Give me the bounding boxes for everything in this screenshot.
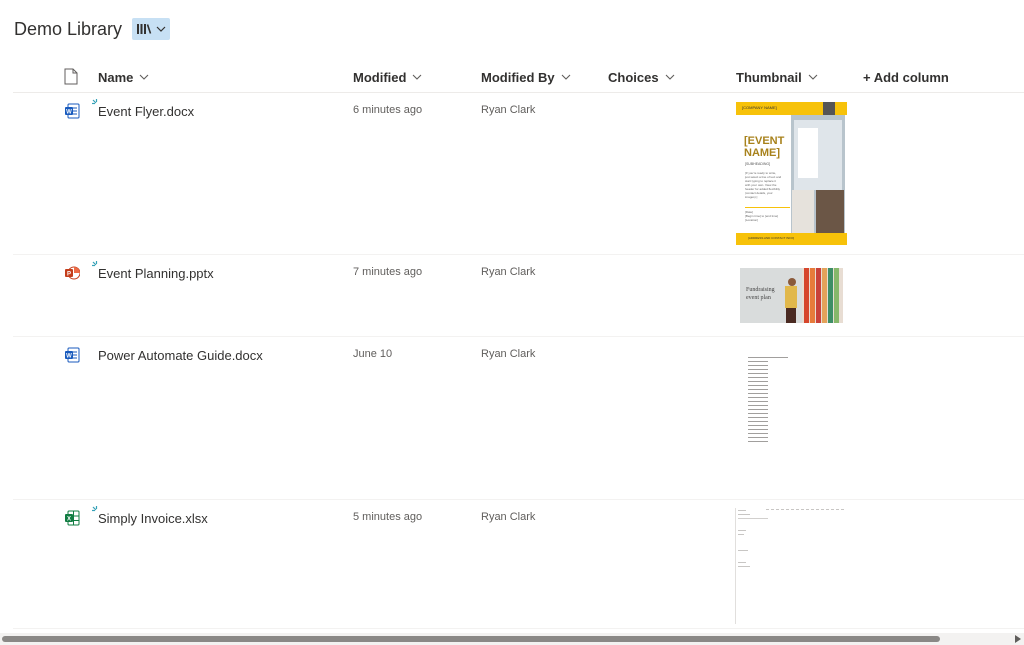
svg-text:X: X: [67, 517, 71, 523]
chevron-down-icon: [156, 26, 166, 32]
modified-by-user[interactable]: Ryan Clark: [481, 104, 535, 116]
chevron-down-icon: [561, 74, 571, 80]
modified-by-user[interactable]: Ryan Clark: [481, 266, 535, 278]
column-header-modified[interactable]: Modified: [353, 62, 422, 92]
modified-date: 5 minutes ago: [353, 511, 423, 523]
add-column-button[interactable]: + Add column: [863, 62, 949, 92]
library-title: Demo Library: [14, 18, 123, 39]
table-row[interactable]: P Event Planning.pptx 7 minutes ago Ryan…: [13, 255, 1024, 337]
column-header-choices[interactable]: Choices: [608, 62, 675, 92]
scrollbar-thumb[interactable]: [2, 636, 940, 642]
word-file-icon: W: [65, 103, 80, 119]
document-thumbnail[interactable]: [746, 355, 796, 445]
view-switcher-button[interactable]: [132, 18, 171, 40]
modified-date: June 10: [353, 348, 393, 360]
modified-date: 6 minutes ago: [353, 104, 423, 116]
scroll-right-icon[interactable]: [1014, 635, 1022, 643]
modified-date: 7 minutes ago: [353, 266, 423, 278]
word-file-icon: W: [65, 347, 80, 363]
file-name-link[interactable]: Event Flyer.docx: [98, 104, 194, 119]
column-header-row: Name Modified Modified By Choices Thumbn…: [0, 62, 1024, 92]
flyer-event-title: [EVENT NAME]: [744, 135, 785, 159]
modified-by-user[interactable]: Ryan Clark: [481, 511, 535, 523]
excel-file-icon: X: [65, 510, 80, 526]
table-row[interactable]: W Power Automate Guide.docx June 10 Ryan…: [13, 337, 1024, 500]
flyer-subtitle: [SUBHEADING]: [745, 162, 771, 166]
slide-title: Fundraising event plan: [746, 287, 775, 301]
chevron-down-icon: [413, 74, 422, 80]
file-name-link[interactable]: Simply Invoice.xlsx: [98, 511, 208, 526]
table-row[interactable]: X Simply Invoice.xlsx 5 minutes ago Ryan…: [13, 500, 1024, 629]
chevron-down-icon: [808, 74, 818, 80]
chevron-down-icon: [140, 74, 149, 80]
slide-thumbnail[interactable]: Fundraising event plan: [740, 268, 843, 323]
svg-text:W: W: [66, 110, 72, 116]
svg-text:W: W: [66, 354, 72, 360]
library-icon: [137, 24, 152, 34]
flyer-details: [Date] [Begin time] to [end time] [Locat…: [745, 210, 779, 222]
flyer-thumbnail[interactable]: [COMPANY NAME] [EVENT NAME] [SUBHEADING]…: [736, 102, 847, 245]
library-title-bar: Demo Library: [14, 16, 171, 42]
column-header-thumbnail[interactable]: Thumbnail: [736, 62, 818, 92]
column-header-modified-by[interactable]: Modified By: [481, 62, 571, 92]
file-name-link[interactable]: Event Planning.pptx: [98, 266, 214, 281]
horizontal-scrollbar[interactable]: [0, 633, 1024, 645]
chevron-down-icon: [665, 74, 674, 80]
document-icon[interactable]: [64, 68, 78, 85]
svg-text:P: P: [67, 272, 71, 278]
powerpoint-file-icon: P: [65, 266, 80, 280]
column-header-name[interactable]: Name: [98, 62, 149, 92]
flyer-footer-text: [ADDRESS AND CONTACT INFO]: [748, 236, 795, 240]
table-row[interactable]: W Event Flyer.docx 6 minutes ago Ryan Cl…: [13, 93, 1024, 255]
spreadsheet-thumbnail[interactable]: [735, 508, 848, 624]
flyer-body: [If you're ready to write, just select a…: [745, 171, 782, 199]
flyer-company-name: [COMPANY NAME]: [742, 105, 777, 110]
file-name-link[interactable]: Power Automate Guide.docx: [98, 348, 263, 363]
modified-by-user[interactable]: Ryan Clark: [481, 348, 535, 360]
